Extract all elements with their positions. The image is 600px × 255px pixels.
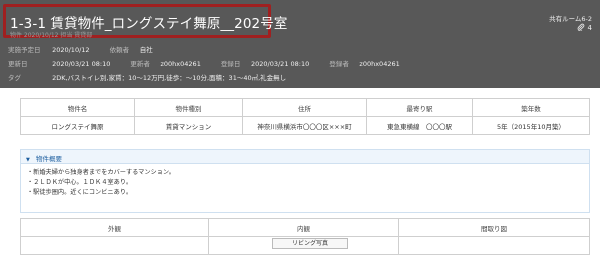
overview-line: ・２ＬＤＫが中心。１ＤＫ４室あり。 <box>27 179 133 186</box>
column-header: 物件種別 <box>134 98 243 117</box>
photo-table: 外観 内観 間取り図 <box>20 218 590 255</box>
page-title: 1-3-1 賃貸物件_ロングステイ舞原__202号室 <box>10 16 288 32</box>
meta-label: 実施予定日 <box>8 46 41 54</box>
attachment-indicator[interactable]: 4 <box>577 23 592 32</box>
overview-toggle[interactable]: ▼ 物件概要 <box>21 150 589 164</box>
meta-row-schedule: 実施予定日 2020/10/12 依頼者 自社 <box>8 44 171 54</box>
meta-value: 2020/03/21 08:10 <box>250 60 310 68</box>
overview-line: ・駅徒歩圏内。近くにコンビニあり。 <box>27 189 133 196</box>
living-photo-link[interactable]: リビング写真 <box>272 238 348 249</box>
triangle-down-icon: ▼ <box>26 157 30 163</box>
title-subline: 物件 2020/10/12 担当 賃貸部 <box>10 32 93 39</box>
column-header: 間取り図 <box>398 218 590 237</box>
column-header: 最寄り駅 <box>366 98 473 117</box>
meta-value: 2020/10/12 <box>52 46 90 54</box>
column-header: 物件名 <box>20 98 135 117</box>
meta-label: 更新者 <box>130 60 150 68</box>
meta-value: 自社 <box>139 46 153 54</box>
table-header-row: 外観 内観 間取り図 <box>20 218 590 237</box>
column-header: 内観 <box>208 218 399 237</box>
meta-value: z00hx04261 <box>359 60 400 68</box>
table-cell: 東急東横線 〇〇〇駅 <box>366 116 473 135</box>
meta-label: 更新日 <box>8 60 28 68</box>
column-header: 外観 <box>20 218 209 237</box>
meta-value: z00hx04261 <box>160 60 201 68</box>
property-table: 物件名 物件種別 住所 最寄り駅 築年数 ロングステイ舞原 賃貸マンション 神奈… <box>20 98 590 135</box>
attachment-count: 4 <box>587 24 592 32</box>
meta-label: 依頼者 <box>109 46 130 54</box>
floorplan-photo-cell <box>398 236 590 255</box>
meta-value: 2020/03/21 08:10 <box>52 60 111 68</box>
table-cell: 賃貸マンション <box>134 116 243 135</box>
table-row: ロングステイ舞原 賃貸マンション 神奈川県横浜市〇〇〇区×××町 東急東横線 〇… <box>20 116 590 135</box>
paperclip-icon <box>577 23 587 32</box>
table-header-row: 物件名 物件種別 住所 最寄り駅 築年数 <box>20 98 590 117</box>
overview-heading: 物件概要 <box>35 155 62 163</box>
meta-label: 登録者 <box>329 60 349 68</box>
meta-row-tags: タグ 2DK,バストイレ別,家賃：10～12万円,徒歩：～10分,面積：31～4… <box>8 72 304 82</box>
shared-room-link[interactable]: 共有ルーム6-2 <box>549 13 592 23</box>
table-cell: 5年（2015年10月築） <box>472 116 590 135</box>
overview-text: ・新婚夫婦から独身者までをカバーするマンション。 ・２ＬＤＫが中心。１ＤＫ４室あ… <box>21 164 589 202</box>
tag-list: 2DK,バストイレ別,家賃：10～12万円,徒歩：～10分,面積：31～40㎡,… <box>52 74 287 82</box>
exterior-photo-cell <box>20 236 209 255</box>
meta-row-dates: 更新日 2020/03/21 08:10 更新者 z00hx04261 登録日 … <box>8 58 418 68</box>
table-cell: 神奈川県横浜市〇〇〇区×××町 <box>242 116 367 135</box>
meta-label: タグ <box>8 74 21 82</box>
overview-line: ・新婚夫婦から独身者までをカバーするマンション。 <box>27 169 175 176</box>
column-header: 住所 <box>242 98 367 117</box>
overview-panel: ▼ 物件概要 ・新婚夫婦から独身者までをカバーするマンション。 ・２ＬＤＫが中心… <box>20 149 590 213</box>
table-cell: ロングステイ舞原 <box>20 116 135 135</box>
meta-label: 登録日 <box>220 60 241 68</box>
column-header: 築年数 <box>472 98 590 117</box>
record-header: 1-3-1 賃貸物件_ロングステイ舞原__202号室 物件 2020/10/12… <box>0 0 600 88</box>
